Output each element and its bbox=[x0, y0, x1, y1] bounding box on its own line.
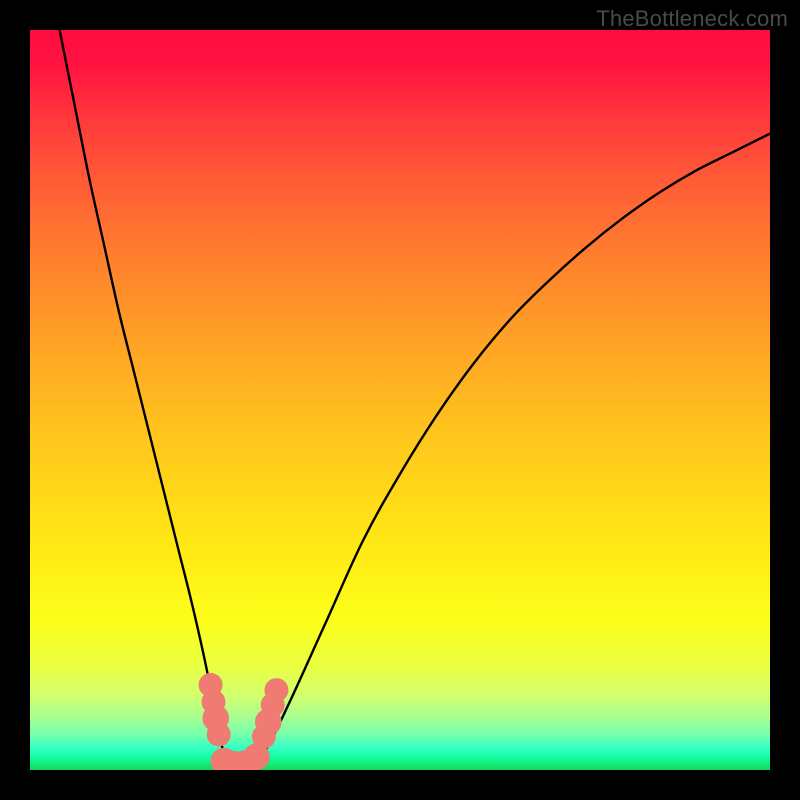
watermark-text: TheBottleneck.com bbox=[596, 6, 788, 32]
bottleneck-curve bbox=[60, 30, 770, 767]
chart-frame: TheBottleneck.com bbox=[0, 0, 800, 800]
chart-svg bbox=[30, 30, 770, 770]
marker-layer bbox=[199, 673, 289, 770]
plot-area bbox=[30, 30, 770, 770]
right-cluster-top bbox=[264, 678, 288, 702]
left-cluster-low bbox=[207, 722, 231, 746]
curve-layer bbox=[60, 30, 770, 767]
